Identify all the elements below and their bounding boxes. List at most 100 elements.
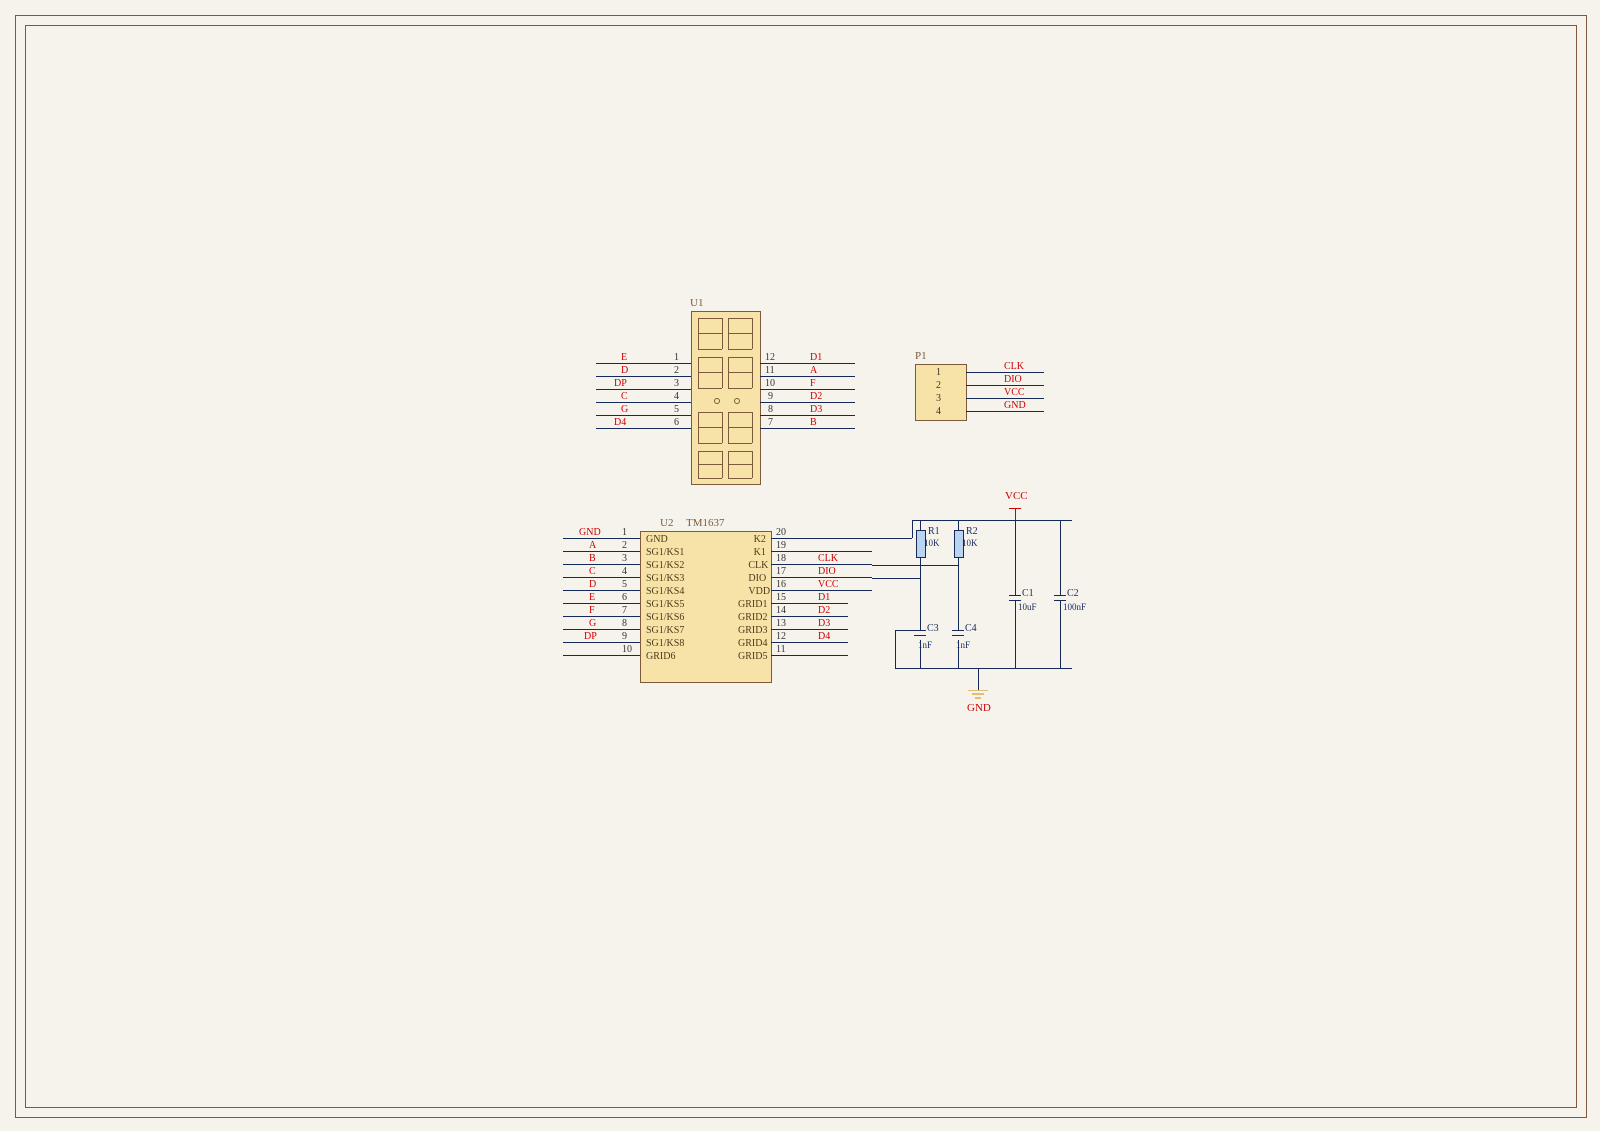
r1-des: R1 [928,526,940,537]
u1-pin9-num: 9 [768,391,773,402]
left-stub [895,630,896,636]
p1-pin4-wire [966,411,1044,412]
u2-lpin-2: SG1/KS1 [646,547,684,558]
c2-drop [1060,520,1061,595]
u2-lwire-4 [563,577,640,578]
u1-pin12-net: D1 [810,352,822,363]
p1-pin2-wire [966,385,1044,386]
p1-pin1-num: 1 [936,367,941,378]
c1-drop [1015,520,1016,595]
u2-rwire-14 [771,616,848,617]
u1-pin2-net: D [621,365,628,376]
c1-val: 10uF [1018,602,1037,612]
p1-pin1-net: CLK [1004,361,1024,372]
u1-pin5-net: G [621,404,628,415]
u2-lnum-9: 9 [622,631,627,642]
u2-rnet-18: CLK [818,553,838,564]
u2-lpin-9: SG1/KS8 [646,638,684,649]
u2-lpin-7: SG1/KS6 [646,612,684,623]
r1-drop [920,520,921,530]
u1-pin3-num: 3 [674,378,679,389]
u2-rnet-14: D2 [818,605,830,616]
u2-part: TM1637 [686,517,725,529]
u1-pin10-net: F [810,378,816,389]
u2-rwire-16 [771,590,872,591]
p1-pin1-wire [966,372,1044,373]
u1-pin4-net: C [621,391,628,402]
u1-pin10-num: 10 [765,378,775,389]
r2-bot [958,558,959,611]
u2-rwire-11 [771,655,848,656]
p1-pin3-wire [966,398,1044,399]
u2-rnum-18: 18 [776,553,786,564]
u1-pin11-num: 11 [765,365,775,376]
u2-lwire-7 [563,616,640,617]
u2-lnet-8: G [589,618,596,629]
u1-pin7-wire [760,428,855,429]
u2-lnum-1: 1 [622,527,627,538]
c3-link [895,630,920,631]
p1-pin2-net: DIO [1004,374,1022,385]
u2-rnet-16: VCC [818,579,839,590]
u2-rpin-14: GRID2 [738,612,767,623]
u2-rpin-17: DIO [748,573,766,584]
u2-rpin-11: GRID5 [738,651,767,662]
clk-wire [872,565,958,566]
u2-rpin-19: K1 [754,547,766,558]
u1-pin7-net: B [810,417,817,428]
u1-pin8-net: D3 [810,404,822,415]
u2-rpin-18: CLK [748,560,768,571]
u1-pin11-net: A [810,365,817,376]
u2-lpin-4: SG1/KS3 [646,573,684,584]
u2-lnum-2: 2 [622,540,627,551]
u2-rpin-13: GRID3 [738,625,767,636]
gnd-symbol-icon [968,690,988,702]
u2-lnum-3: 3 [622,553,627,564]
u2-lnet-9: DP [584,631,597,642]
pin20-up [912,520,913,538]
c2-des: C2 [1067,588,1079,599]
top-rail [912,520,1072,521]
p1-pin4-net: GND [1004,400,1026,411]
u2-rnet-15: D1 [818,592,830,603]
u2-rnet-17: DIO [818,566,836,577]
u1-pin9-net: D2 [810,391,822,402]
u2-rpin-20: K2 [754,534,766,545]
c1-des: C1 [1022,588,1034,599]
u2-rwire-20 [771,538,912,539]
u1-body [691,311,761,485]
u2-lpin-8: SG1/KS7 [646,625,684,636]
u1-pin8-wire [760,415,855,416]
u2-lnet-5: D [589,579,596,590]
u2-lwire-2 [563,551,640,552]
u2-lnet-4: C [589,566,596,577]
u1-pin6-num: 6 [674,417,679,428]
u2-lnum-4: 4 [622,566,627,577]
u2-rnum-13: 13 [776,618,786,629]
r2-val: 10K [962,538,978,548]
c2-val: 100nF [1063,602,1086,612]
u2-lnum-7: 7 [622,605,627,616]
u1-pin5-num: 5 [674,404,679,415]
u2-rwire-15 [771,603,848,604]
u2-rwire-13 [771,629,848,630]
u1-pin3-net: DP [614,378,627,389]
u2-rpin-16: VDD [748,586,770,597]
schematic-sheet: U1 [0,0,1600,1131]
u2-rnum-17: 17 [776,566,786,577]
u1-pin6-net: D4 [614,417,626,428]
u2-lwire-6 [563,603,640,604]
gnd-rail [895,668,1072,669]
u2-lnet-3: B [589,553,596,564]
c4-top [958,611,959,630]
gnd-drop-c1 [1015,600,1016,668]
c3-top [920,611,921,630]
r1-val: 10K [924,538,940,548]
r2-drop [958,520,959,530]
u2-rnum-12: 12 [776,631,786,642]
u2-rnum-19: 19 [776,540,786,551]
u1-pin2-num: 2 [674,365,679,376]
gnd-drop-left [895,636,896,668]
u2-lnet-6: E [589,592,595,603]
p1-pin3-net: VCC [1004,387,1025,398]
